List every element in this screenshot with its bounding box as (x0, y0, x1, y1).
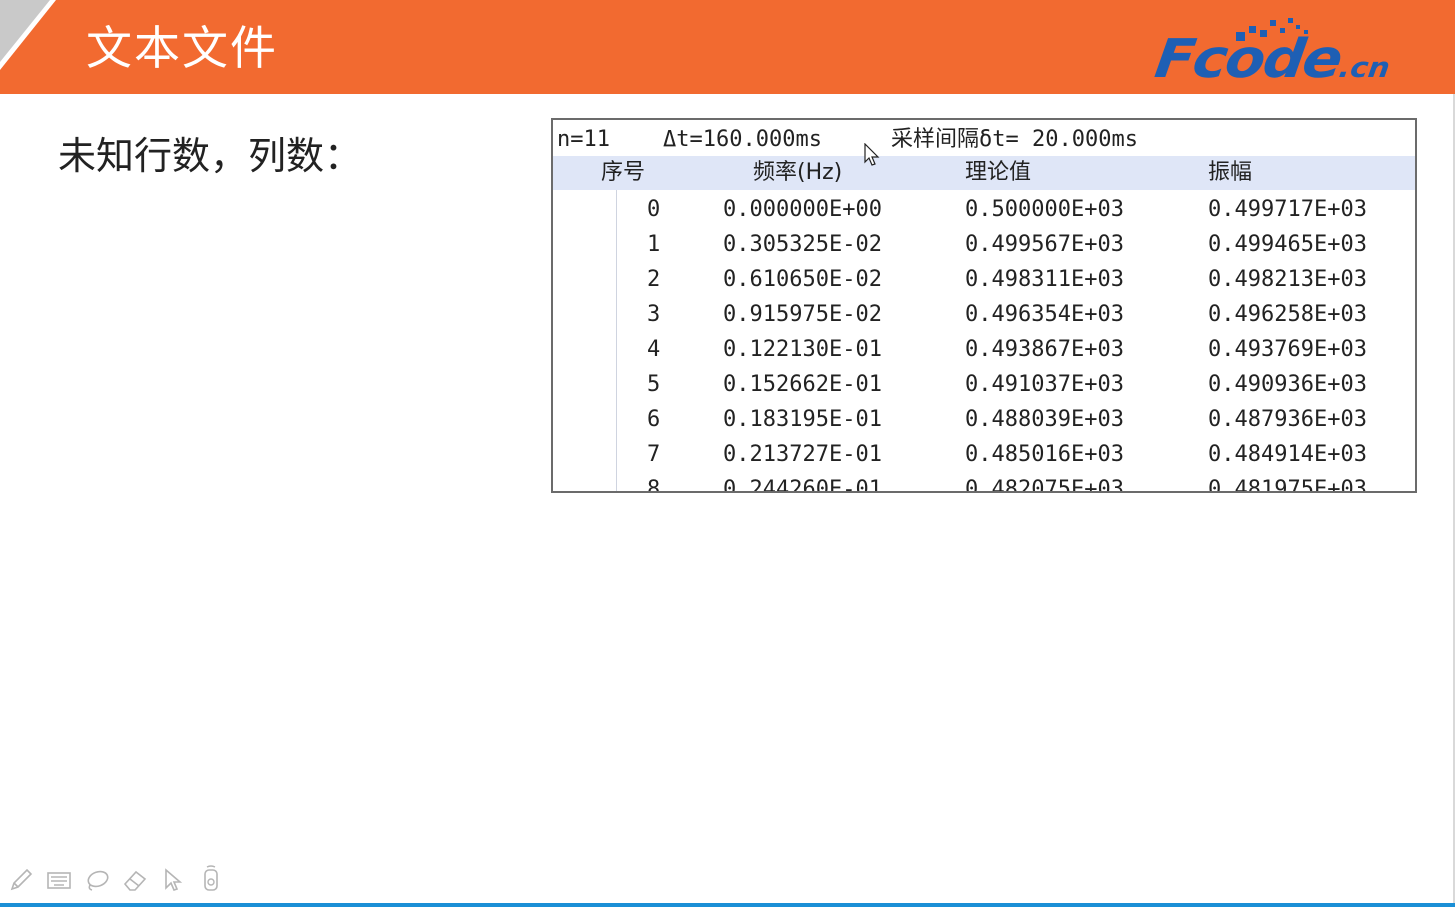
cell-frequency: 0.000000E+00 (723, 197, 882, 222)
cell-index: 7 (647, 442, 661, 467)
info-sample-interval: 采样间隔δt= 20.000ms (891, 127, 1138, 152)
table-row: 0 0.000000E+00 0.500000E+03 0.499717E+03 (553, 192, 1415, 227)
cell-frequency: 0.183195E-01 (723, 407, 882, 432)
keyboard-icon[interactable] (44, 862, 74, 898)
cell-theory: 0.500000E+03 (965, 197, 1124, 222)
cell-amplitude: 0.493769E+03 (1208, 337, 1367, 362)
cell-frequency: 0.152662E-01 (723, 372, 882, 397)
cell-index: 5 (647, 372, 661, 397)
cell-index: 6 (647, 407, 661, 432)
pen-icon[interactable] (6, 862, 36, 898)
table-row: 5 0.152662E-01 0.491037E+03 0.490936E+03 (553, 367, 1415, 402)
table-row: 3 0.915975E-02 0.496354E+03 0.496258E+03 (553, 297, 1415, 332)
pointer-icon[interactable] (158, 862, 188, 898)
info-line: n=11 Δt=160.000ms 采样间隔δt= 20.000ms (555, 124, 1413, 156)
fcode-logo: Fcode.cn (1146, 12, 1446, 90)
cell-theory: 0.493867E+03 (965, 337, 1124, 362)
column-header-amplitude: 振幅 (1208, 160, 1253, 185)
corner-decoration-inner (0, 0, 50, 62)
cell-theory: 0.499567E+03 (965, 232, 1124, 257)
table-row: 8 0.244260E-01 0.482075E+03 0.481975E+03 (553, 472, 1415, 493)
lasso-icon[interactable] (82, 862, 112, 898)
cell-amplitude: 0.481975E+03 (1208, 477, 1367, 493)
cell-theory: 0.482075E+03 (965, 477, 1124, 493)
cell-theory: 0.496354E+03 (965, 302, 1124, 327)
mouse-cursor-icon (864, 143, 880, 166)
cell-theory: 0.498311E+03 (965, 267, 1124, 292)
cell-theory: 0.491037E+03 (965, 372, 1124, 397)
cell-index: 1 (647, 232, 661, 257)
cell-amplitude: 0.496258E+03 (1208, 302, 1367, 327)
cell-theory: 0.485016E+03 (965, 442, 1124, 467)
column-header-theory: 理论值 (965, 160, 1032, 185)
table-row: 7 0.213727E-01 0.485016E+03 0.484914E+03 (553, 437, 1415, 472)
annotation-toolbar (6, 862, 246, 898)
cell-frequency: 0.610650E-02 (723, 267, 882, 292)
cell-index: 2 (647, 267, 661, 292)
eraser-icon[interactable] (120, 862, 150, 898)
info-dt: Δt=160.000ms (663, 127, 822, 152)
progress-bar (0, 903, 1455, 907)
cell-index: 3 (647, 302, 661, 327)
cell-amplitude: 0.484914E+03 (1208, 442, 1367, 467)
cell-frequency: 0.213727E-01 (723, 442, 882, 467)
table-header-row: 序号 频率(Hz) 理论值 振幅 (553, 156, 1415, 190)
cell-amplitude: 0.499717E+03 (1208, 197, 1367, 222)
cell-frequency: 0.122130E-01 (723, 337, 882, 362)
cell-index: 4 (647, 337, 661, 362)
table-row: 6 0.183195E-01 0.488039E+03 0.487936E+03 (553, 402, 1415, 437)
cell-amplitude: 0.487936E+03 (1208, 407, 1367, 432)
cell-frequency: 0.244260E-01 (723, 477, 882, 493)
slide-subtitle: 未知行数，列数： (58, 134, 363, 178)
mic-icon[interactable] (196, 862, 226, 898)
table-row: 2 0.610650E-02 0.498311E+03 0.498213E+03 (553, 262, 1415, 297)
cell-frequency: 0.305325E-02 (723, 232, 882, 257)
cell-frequency: 0.915975E-02 (723, 302, 882, 327)
cell-amplitude: 0.499465E+03 (1208, 232, 1367, 257)
cell-amplitude: 0.498213E+03 (1208, 267, 1367, 292)
cell-index: 8 (647, 477, 661, 493)
logo-text: Fcode (1151, 27, 1345, 90)
column-header-frequency: 频率(Hz) (753, 160, 843, 185)
output-panel: n=11 Δt=160.000ms 采样间隔δt= 20.000ms 序号 频率… (551, 118, 1417, 493)
info-n: n=11 (557, 127, 610, 152)
cell-amplitude: 0.490936E+03 (1208, 372, 1367, 397)
table-row: 1 0.305325E-02 0.499567E+03 0.499465E+03 (553, 227, 1415, 262)
cell-index: 0 (647, 197, 661, 222)
column-header-index: 序号 (601, 160, 646, 185)
slide-header: 文本文件 Fcode.cn (0, 0, 1455, 94)
cell-theory: 0.488039E+03 (965, 407, 1124, 432)
slide-title: 文本文件 (86, 21, 278, 75)
logo-suffix: .cn (1336, 52, 1392, 85)
table-row: 4 0.122130E-01 0.493867E+03 0.493769E+03 (553, 332, 1415, 367)
